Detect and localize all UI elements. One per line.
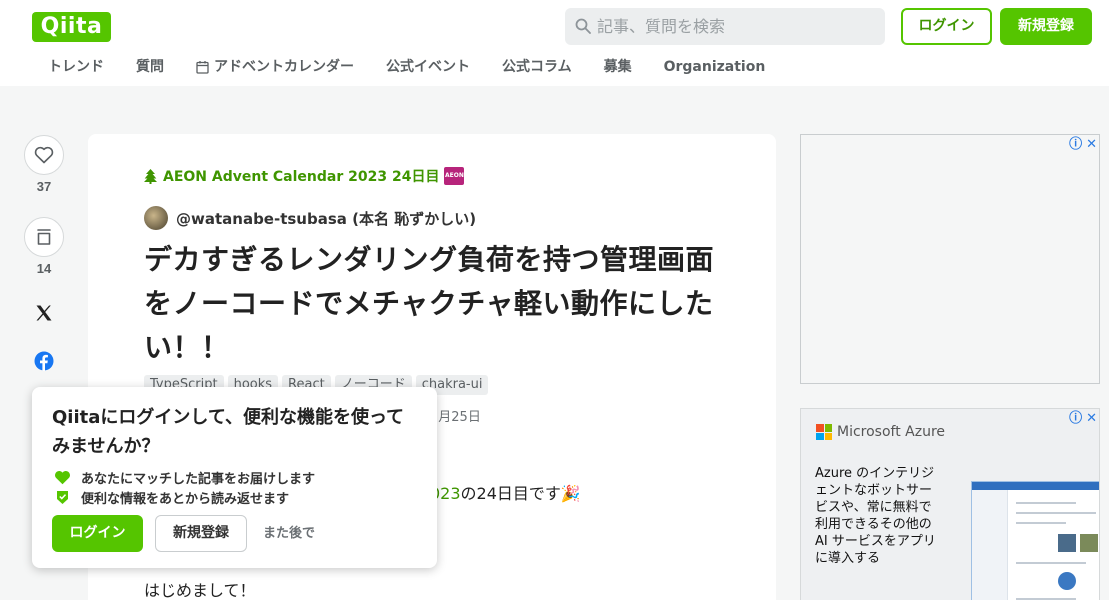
nav-advent-calendar[interactable]: アドベントカレンダー xyxy=(180,50,370,84)
ad-info-icon[interactable]: ⓘ xyxy=(1069,411,1082,425)
calendar-label: AEON Advent Calendar 2023 24日目 xyxy=(163,169,440,185)
ad-controls: ⓘ ✕ xyxy=(1069,137,1097,151)
qiita-logo[interactable]: Qiita xyxy=(32,12,111,42)
dialog-login-button[interactable]: ログイン xyxy=(52,515,143,552)
site-header: Qiita ログイン 新規登録 トレンド 質問 アドベントカレンダー 公式イベン… xyxy=(0,0,1109,86)
heart-filled-icon xyxy=(54,470,71,485)
ad-slot-azure[interactable]: ⓘ ✕ Microsoft Azure Azure のインテリジェントなボットサ… xyxy=(800,408,1100,600)
nav-organization[interactable]: Organization xyxy=(648,50,782,84)
nav-recruiting[interactable]: 募集 xyxy=(588,50,648,84)
ad-copy: Azure のインテリジェントなボットサービスや、常に無料で利用できるその他の … xyxy=(815,466,936,566)
ad-close-icon[interactable]: ✕ xyxy=(1086,137,1097,151)
tree-icon xyxy=(144,168,157,184)
search-box[interactable] xyxy=(565,8,885,45)
heart-icon xyxy=(34,146,54,164)
intro-line: 023の24日目です🎉 xyxy=(430,484,581,503)
like-count: 37 xyxy=(36,179,52,194)
benefit-item: 便利な情報をあとから読み返せます xyxy=(54,488,289,507)
advent-calendar-link[interactable]: AEON Advent Calendar 2023 24日目 AEON xyxy=(144,166,465,186)
author-link[interactable]: @watanabe-tsubasa (本名 恥ずかしい) xyxy=(144,206,476,230)
calendar-icon xyxy=(196,61,209,74)
dialog-title: Qiitaにログインして、便利な機能を使ってみませんか？ xyxy=(52,407,405,457)
microsoft-azure-logo: Microsoft Azure xyxy=(816,424,945,440)
share-facebook-button[interactable] xyxy=(32,349,56,373)
login-prompt-dialog: Qiitaにログインして、便利な機能を使ってみませんか？ あなたにマッチした記事… xyxy=(32,387,437,568)
stock-count: 14 xyxy=(36,261,52,276)
avatar xyxy=(144,206,168,230)
greeting-line: はじめまして！ xyxy=(144,581,256,600)
nav-questions[interactable]: 質問 xyxy=(120,50,180,84)
nav-official-events[interactable]: 公式イベント xyxy=(370,50,486,84)
stock-button[interactable] xyxy=(24,217,64,257)
author-name: @watanabe-tsubasa (本名 恥ずかしい) xyxy=(176,209,477,228)
ad-info-icon[interactable]: ⓘ xyxy=(1069,137,1082,151)
dialog-signup-button[interactable]: 新規登録 xyxy=(155,515,247,552)
search-icon xyxy=(575,18,591,34)
ad-slot-top[interactable]: ⓘ ✕ xyxy=(800,134,1100,384)
post-date: 2月25日 xyxy=(430,410,481,425)
ad-close-icon[interactable]: ✕ xyxy=(1086,411,1097,425)
ad-controls: ⓘ ✕ xyxy=(1069,411,1097,425)
like-button[interactable] xyxy=(24,135,64,175)
main-nav: トレンド 質問 アドベントカレンダー 公式イベント 公式コラム 募集 Organ… xyxy=(32,50,781,84)
article-title: デカすぎるレンダリング負荷を持つ管理画面をノーコードでメチャクチャ軽い動作にした… xyxy=(144,243,715,364)
share-x-button[interactable] xyxy=(32,301,56,325)
stock-filled-icon xyxy=(57,491,68,504)
nav-official-columns[interactable]: 公式コラム xyxy=(486,50,588,84)
nav-trend[interactable]: トレンド xyxy=(32,50,120,84)
microsoft-logo-icon xyxy=(816,424,832,440)
aeon-badge: AEON xyxy=(444,167,465,185)
facebook-icon xyxy=(34,351,54,371)
benefit-item: あなたにマッチした記事をお届けします xyxy=(54,468,315,487)
x-logo-icon xyxy=(36,305,52,321)
search-input[interactable] xyxy=(597,8,877,45)
stock-icon xyxy=(37,229,51,245)
dialog-later-link[interactable]: また後で xyxy=(263,515,315,552)
ad-product-screenshot xyxy=(971,481,1099,600)
signup-button[interactable]: 新規登録 xyxy=(1000,8,1092,45)
login-button[interactable]: ログイン xyxy=(901,8,992,45)
